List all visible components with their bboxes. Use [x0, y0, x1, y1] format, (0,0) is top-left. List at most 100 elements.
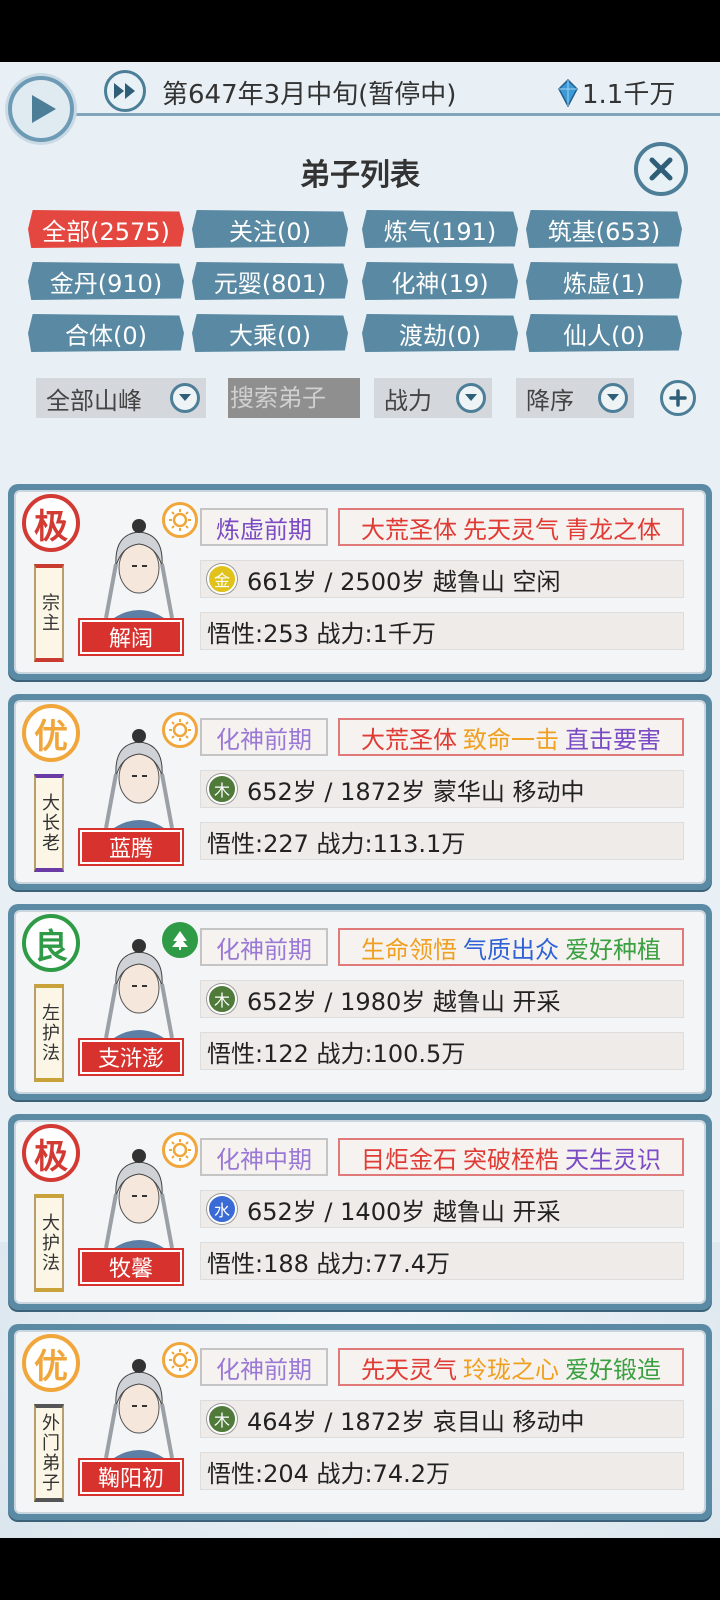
tree-icon	[162, 922, 198, 958]
trait-label: 目炬金石	[361, 1145, 457, 1174]
disciple-card[interactable]: 优外门弟子 鞠阳初 化神前期 先天灵气 玲珑之心 爱好锻造木 464岁 / 1872岁 哀目…	[8, 1324, 712, 1520]
peak-select-value: 全部山峰	[46, 386, 142, 415]
info-row: 水 652岁 / 1400岁 越鲁山 开采	[200, 1190, 684, 1228]
grade-seal: 良	[22, 914, 80, 972]
trait-label: 玲珑之心	[463, 1355, 559, 1384]
traits-box: 生命领悟 气质出众 爱好种植	[338, 928, 684, 966]
trait-label: 爱好锻造	[565, 1355, 661, 1384]
close-icon	[649, 157, 673, 181]
stats-row: 悟性:253 战力:1千万	[200, 612, 684, 650]
filter-tab[interactable]: 全部(2575)	[28, 210, 184, 248]
disciple-card[interactable]: 极大护法 牧馨 化神中期 目炬金石 突破桎梏 天生灵识水 652岁 / 1400岁 越鲁山 …	[8, 1114, 712, 1310]
role-scroll: 外门弟子	[34, 1404, 64, 1502]
info-text: 464岁 / 1872岁 哀目山 移动中	[247, 1407, 585, 1436]
fast-forward-icon	[114, 83, 135, 99]
filter-tab[interactable]: 关注(0)	[192, 210, 348, 248]
filter-tab[interactable]: 炼虚(1)	[526, 262, 682, 300]
card-body: 良左护法 支浒澎 化神前期 生命领悟 气质出众 爱好种植木 652岁 / 1980岁 越鲁山…	[14, 910, 706, 1094]
filter-tab[interactable]: 炼气(191)	[362, 210, 518, 248]
top-bar: 第647年3月中旬(暂停中) 1.1千万	[0, 62, 720, 160]
grade-seal: 极	[22, 494, 80, 552]
add-button[interactable]	[660, 380, 696, 416]
spirit-stone-icon	[558, 78, 578, 107]
traits-box: 先天灵气 玲珑之心 爱好锻造	[338, 1348, 684, 1386]
role-scroll: 大护法	[34, 1194, 64, 1292]
sort-by-select[interactable]: 战力	[374, 378, 492, 418]
filter-tab[interactable]: 大乘(0)	[192, 314, 348, 352]
element-icon: 金	[207, 564, 237, 594]
info-text: 652岁 / 1980岁 越鲁山 开采	[247, 987, 561, 1016]
chevron-down-icon	[598, 383, 628, 413]
order-select[interactable]: 降序	[516, 378, 634, 418]
sun-icon	[162, 502, 198, 538]
sun-icon	[162, 1342, 198, 1378]
card-body: 极大护法 牧馨 化神中期 目炬金石 突破桎梏 天生灵识水 652岁 / 1400岁 越鲁山 …	[14, 1120, 706, 1304]
element-icon: 木	[207, 1404, 237, 1434]
realm-label: 炼虚前期	[200, 508, 328, 546]
trait-label: 青龙之体	[565, 515, 661, 544]
trait-label: 致命一击	[463, 725, 559, 754]
plus-icon	[669, 389, 687, 407]
trait-label: 大荒圣体	[361, 725, 457, 754]
trait-label: 生命领悟	[361, 935, 457, 964]
element-icon: 木	[207, 984, 237, 1014]
trait-label: 先天灵气	[361, 1355, 457, 1384]
chevron-down-icon	[456, 383, 486, 413]
order-value: 降序	[526, 386, 574, 415]
stats-row: 悟性:122 战力:100.5万	[200, 1032, 684, 1070]
filter-tab[interactable]: 金丹(910)	[28, 262, 184, 300]
role-scroll: 大长老	[34, 774, 64, 872]
peak-select[interactable]: 全部山峰	[36, 378, 206, 418]
money-value: 1.1千万	[582, 80, 676, 110]
trait-label: 气质出众	[463, 935, 559, 964]
stats-row: 悟性:204 战力:74.2万	[200, 1452, 684, 1490]
page-title: 弟子列表	[300, 158, 420, 193]
info-row: 木 652岁 / 1872岁 蒙华山 移动中	[200, 770, 684, 808]
play-button[interactable]	[8, 76, 74, 142]
trait-label: 天生灵识	[565, 1145, 661, 1174]
filter-tab[interactable]: 元婴(801)	[192, 262, 348, 300]
search-input[interactable]	[228, 378, 360, 418]
role-scroll: 左护法	[34, 984, 64, 1082]
filter-tab[interactable]: 合体(0)	[28, 314, 184, 352]
disciple-name: 支浒澎	[78, 1038, 184, 1076]
info-text: 661岁 / 2500岁 越鲁山 空闲	[247, 567, 561, 596]
filter-tab[interactable]: 渡劫(0)	[362, 314, 518, 352]
grade-seal: 优	[22, 1334, 80, 1392]
element-icon: 水	[207, 1194, 237, 1224]
disciple-card[interactable]: 良左护法 支浒澎 化神前期 生命领悟 气质出众 爱好种植木 652岁 / 1980岁 越鲁山…	[8, 904, 712, 1100]
trait-label: 爱好种植	[565, 935, 661, 964]
realm-label: 化神前期	[200, 718, 328, 756]
card-body: 极宗主 解阔 炼虚前期 大荒圣体 先天灵气 青龙之体金 661岁 / 2500岁 越鲁山 空…	[14, 490, 706, 674]
traits-box: 大荒圣体 先天灵气 青龙之体	[338, 508, 684, 546]
sun-icon	[162, 1132, 198, 1168]
realm-label: 化神中期	[200, 1138, 328, 1176]
chevron-down-icon	[170, 383, 200, 413]
info-row: 木 652岁 / 1980岁 越鲁山 开采	[200, 980, 684, 1018]
trait-label: 先天灵气	[463, 515, 559, 544]
trait-label: 直击要害	[565, 725, 661, 754]
sun-icon	[162, 712, 198, 748]
close-button[interactable]	[634, 142, 688, 196]
traits-box: 大荒圣体 致命一击 直击要害	[338, 718, 684, 756]
card-body: 优大长老 蓝腾 化神前期 大荒圣体 致命一击 直击要害木 652岁 / 1872岁 蒙华山 …	[14, 700, 706, 884]
filter-tab[interactable]: 化神(19)	[362, 262, 518, 300]
disciple-name: 牧馨	[78, 1248, 184, 1286]
spirit-stone-balance: 1.1千万	[558, 74, 675, 111]
traits-box: 目炬金石 突破桎梏 天生灵识	[338, 1138, 684, 1176]
disciple-list-screen: 第647年3月中旬(暂停中) 1.1千万 弟子列表 全部(2575) 关注(0) 炼…	[0, 62, 720, 1538]
info-row: 金 661岁 / 2500岁 越鲁山 空闲	[200, 560, 684, 598]
info-row: 木 464岁 / 1872岁 哀目山 移动中	[200, 1400, 684, 1438]
filter-tab[interactable]: 筑基(653)	[526, 210, 682, 248]
fast-forward-button[interactable]	[104, 70, 146, 112]
grade-seal: 优	[22, 704, 80, 762]
filter-tab[interactable]: 仙人(0)	[526, 314, 682, 352]
disciple-name: 蓝腾	[78, 828, 184, 866]
play-icon	[32, 95, 56, 123]
element-icon: 木	[207, 774, 237, 804]
disciple-card[interactable]: 极宗主 解阔 炼虚前期 大荒圣体 先天灵气 青龙之体金 661岁 / 2500岁 越鲁山 空…	[8, 484, 712, 680]
grade-seal: 极	[22, 1124, 80, 1182]
info-text: 652岁 / 1872岁 蒙华山 移动中	[247, 777, 585, 806]
realm-label: 化神前期	[200, 928, 328, 966]
disciple-card[interactable]: 优大长老 蓝腾 化神前期 大荒圣体 致命一击 直击要害木 652岁 / 1872岁 蒙华山 …	[8, 694, 712, 890]
